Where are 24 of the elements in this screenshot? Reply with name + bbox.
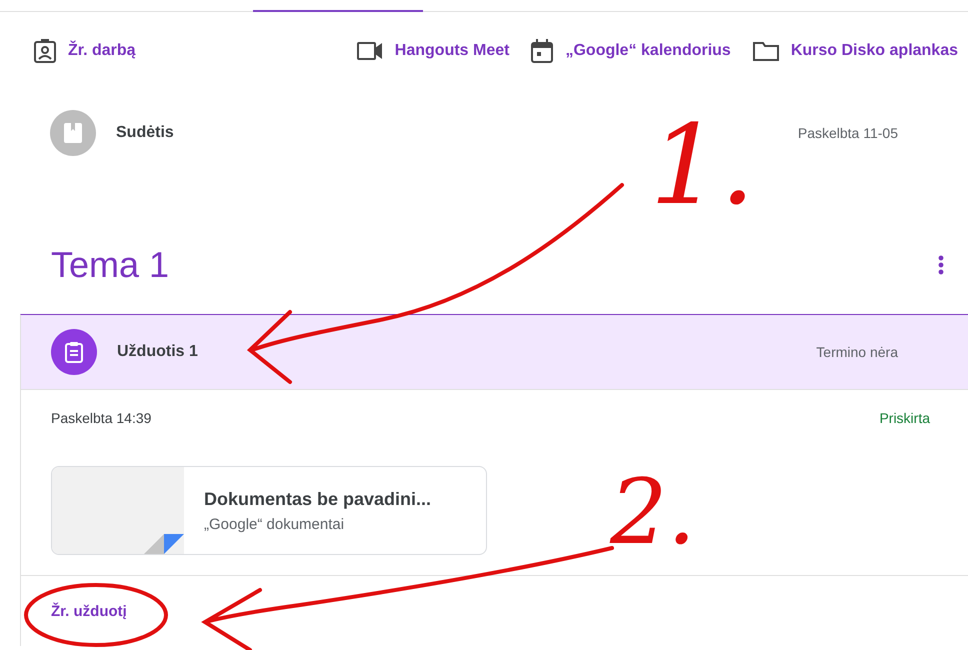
more-options-icon[interactable] bbox=[938, 255, 944, 275]
clipboard-icon bbox=[65, 341, 83, 363]
handwritten-number: 2. bbox=[610, 468, 696, 558]
folder-icon bbox=[752, 41, 779, 61]
book-icon bbox=[63, 122, 83, 144]
toolbar-link[interactable]: Hangouts Meet bbox=[356, 39, 510, 63]
id-badge-icon bbox=[34, 39, 56, 63]
video-camera-icon bbox=[356, 42, 383, 60]
view-work-link[interactable]: Žr. darbą bbox=[34, 39, 136, 63]
assignment-title[interactable]: Užduotis 1 bbox=[117, 343, 198, 361]
attachment-card[interactable]: Dokumentas be pavadini... „Google“ dokumentai bbox=[51, 466, 487, 555]
due-date: Termino nėra bbox=[816, 344, 898, 360]
status-label: Priskirta bbox=[879, 410, 930, 426]
calendar-icon bbox=[531, 39, 554, 63]
posted-date: Paskelbta 14:39 bbox=[51, 410, 152, 426]
attachment-title: Dokumentas be pavadini... bbox=[204, 488, 432, 510]
attachment-type: „Google“ dokumentai bbox=[204, 516, 346, 532]
handwritten-number: 1. bbox=[650, 110, 755, 220]
toolbar-link[interactable]: Kurso Disko aplankas bbox=[752, 39, 958, 63]
posted-date: Paskelbta 11-05 bbox=[798, 125, 898, 141]
material-title[interactable]: Sudėtis bbox=[116, 124, 174, 142]
topic-title: Tema 1 bbox=[51, 244, 170, 286]
view-assignment-link[interactable]: Žr. užduotį bbox=[51, 602, 127, 620]
toolbar-link[interactable]: „Google“ kalendorius bbox=[531, 39, 731, 63]
